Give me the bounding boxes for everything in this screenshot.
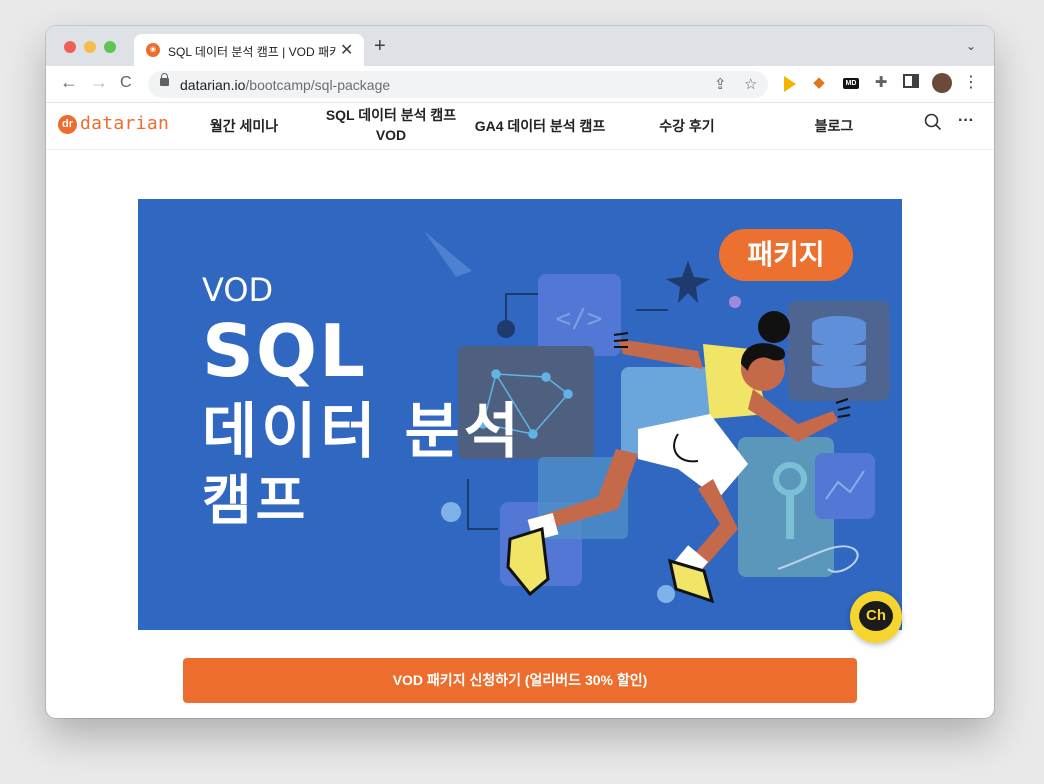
nav-item-blog[interactable]: 블로그 bbox=[806, 116, 862, 136]
tab-strip: ❀ SQL 데이터 분석 캠프 | VOD 패키지 ✕ + ⌄ bbox=[46, 26, 994, 66]
svg-text:</>: </> bbox=[556, 304, 603, 334]
back-button[interactable]: ← bbox=[60, 72, 78, 93]
metamask-fox-icon[interactable]: ◆ bbox=[810, 74, 828, 92]
banner-sql-text: SQL bbox=[202, 309, 367, 393]
browser-tab-active[interactable]: ❀ SQL 데이터 분석 캠프 | VOD 패키지 ✕ bbox=[134, 34, 364, 66]
tab-close-icon[interactable]: ✕ bbox=[340, 40, 353, 60]
maximize-window-button[interactable] bbox=[104, 41, 116, 53]
banner-vod-text: VOD bbox=[202, 271, 274, 309]
more-menu-icon[interactable]: ··· bbox=[958, 112, 974, 130]
datarian-favicon-icon: ❀ bbox=[146, 43, 160, 57]
minimize-window-button[interactable] bbox=[84, 41, 96, 53]
nav-item-ga4-camp[interactable]: GA4 데이터 분석 캠프 bbox=[470, 116, 610, 136]
browser-toolbar: ← → C datarian.io/bootcamp/sql-package ⇪… bbox=[46, 66, 994, 103]
browser-window: ❀ SQL 데이터 분석 캠프 | VOD 패키지 ✕ + ⌄ ← → C da… bbox=[46, 26, 994, 718]
side-panel-icon[interactable] bbox=[902, 74, 920, 92]
site-header: dr datarian 월간 세미나 SQL 데이터 분석 캠프 VOD GA4… bbox=[46, 103, 994, 150]
banner-analysis-text: 데이터 분석 bbox=[202, 397, 523, 467]
tab-search-chevron-icon[interactable]: ⌄ bbox=[966, 39, 976, 53]
address-bar[interactable]: datarian.io/bootcamp/sql-package ⇪ ☆ bbox=[148, 71, 768, 98]
tab-title: SQL 데이터 분석 캠프 | VOD 패키지 bbox=[168, 45, 336, 59]
package-badge: 패키지 bbox=[719, 229, 853, 281]
url-path: /bootcamp/sql-package bbox=[245, 77, 391, 93]
url-host: datarian.io bbox=[180, 77, 246, 93]
extensions-puzzle-icon[interactable]: ✚ bbox=[872, 74, 890, 92]
nav-item-sql-camp-vod[interactable]: SQL 데이터 분석 캠프 VOD bbox=[316, 105, 466, 145]
play-extension-icon[interactable] bbox=[784, 76, 796, 92]
bookmark-star-icon[interactable]: ☆ bbox=[744, 75, 757, 93]
search-icon[interactable] bbox=[924, 113, 942, 136]
logo-text[interactable]: datarian bbox=[80, 113, 169, 134]
nav-item-monthly-seminar[interactable]: 월간 세미나 bbox=[206, 116, 282, 136]
channel-talk-chat-button[interactable]: Ch bbox=[850, 591, 902, 643]
hero-banner: </> VOD SQL 데이터 분석 캠프 패키지 bbox=[138, 199, 902, 630]
lock-icon bbox=[160, 73, 169, 86]
browser-menu-icon[interactable]: ⋮ bbox=[962, 74, 980, 92]
chat-bubble-icon: Ch bbox=[859, 601, 893, 631]
markdown-extension-icon[interactable]: MD bbox=[843, 78, 859, 89]
close-window-button[interactable] bbox=[64, 41, 76, 53]
apply-vod-package-button[interactable]: VOD 패키지 신청하기 (얼리버드 30% 할인) bbox=[183, 658, 857, 703]
forward-button[interactable]: → bbox=[90, 72, 108, 93]
new-tab-button[interactable]: + bbox=[374, 35, 386, 58]
url-text[interactable]: datarian.io/bootcamp/sql-package bbox=[180, 77, 390, 93]
nav-item-reviews[interactable]: 수강 후기 bbox=[652, 116, 722, 136]
profile-avatar[interactable] bbox=[932, 73, 952, 93]
datarian-logo-icon[interactable]: dr bbox=[58, 115, 77, 134]
reload-button[interactable]: C bbox=[120, 74, 132, 92]
banner-camp-text: 캠프 bbox=[202, 469, 310, 532]
share-icon[interactable]: ⇪ bbox=[714, 75, 727, 93]
